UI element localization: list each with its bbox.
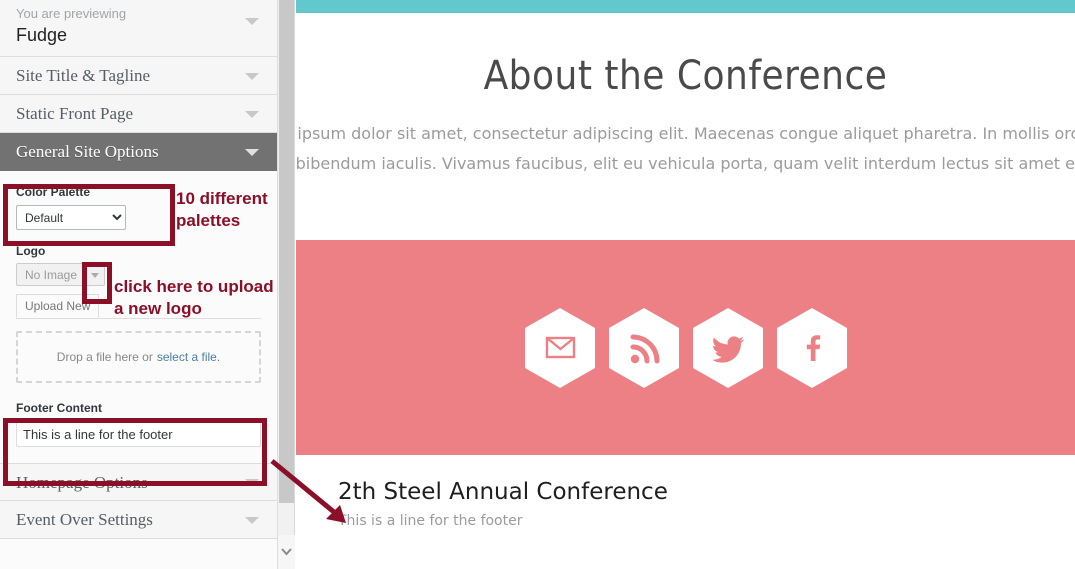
sidebar-section-label: Static Front Page (16, 104, 134, 123)
scrollbar-down-button[interactable] (278, 535, 295, 569)
sidebar-section-homepage-options[interactable]: Homepage Options (0, 463, 277, 501)
chevron-down-icon (245, 72, 259, 80)
general-site-options-body: Color Palette Default Logo No Image Uplo… (0, 171, 277, 447)
preview-top-accent-bar (296, 0, 1075, 13)
preview-footer-block: 2th Steel Annual Conference This is a li… (338, 478, 668, 532)
customizer-screen: You are previewing Fudge Site Title & Ta… (0, 0, 1075, 569)
social-link-rss[interactable] (607, 307, 681, 389)
social-icon-row (296, 240, 1075, 455)
chevron-down-icon (281, 548, 292, 556)
logo-picker: No Image (16, 263, 261, 286)
file-dropzone[interactable]: Drop a file here or select a file. (16, 331, 261, 383)
logo-label: Logo (16, 244, 46, 258)
sidebar-section-label: Event Over Settings (16, 510, 153, 529)
sidebar-section-site-title-tagline[interactable]: Site Title & Tagline (0, 57, 277, 95)
tab-upload-new[interactable]: Upload New (16, 294, 100, 318)
chevron-down-icon (245, 516, 259, 524)
sidebar-section-general-site-options[interactable]: General Site Options (0, 133, 277, 171)
social-band (296, 240, 1075, 455)
chevron-down-icon (245, 18, 259, 25)
chevron-down-icon (245, 148, 259, 156)
social-link-email[interactable] (523, 307, 597, 389)
customizer-sidebar: You are previewing Fudge Site Title & Ta… (0, 0, 278, 569)
chevron-down-icon (245, 479, 259, 486)
sidebar-section-label: Homepage Options (16, 473, 148, 492)
sidebar-scrollbar-thumb[interactable] (279, 0, 294, 503)
site-preview-pane: About the Conference Lorem ipsum dolor s… (296, 0, 1075, 569)
logo-dropdown-arrow-icon[interactable] (85, 263, 106, 286)
dropzone-text: Drop a file here or (56, 350, 153, 364)
color-palette-label: Color Palette (16, 185, 91, 199)
logo-no-image-button[interactable]: No Image (16, 263, 86, 286)
footer-content-input[interactable] (16, 421, 261, 447)
email-icon (524, 307, 595, 388)
footer-tagline: This is a line for the footer (338, 513, 523, 529)
chevron-down-icon (245, 110, 259, 118)
sidebar-section-label: Site Title & Tagline (16, 66, 151, 85)
social-link-twitter[interactable] (691, 307, 765, 389)
rss-icon (608, 307, 679, 388)
footer-site-title: 2th Steel Annual Conference (338, 479, 668, 505)
facebook-icon (776, 307, 847, 388)
sidebar-section-static-front-page[interactable]: Static Front Page (0, 95, 277, 133)
preview-eyebrow-label: You are previewing (16, 6, 127, 21)
sidebar-section-label: General Site Options (16, 142, 159, 161)
about-paragraph: Lorem ipsum dolor sit amet, consectetur … (296, 124, 1075, 173)
sidebar-section-event-over-settings[interactable]: Event Over Settings (0, 501, 277, 539)
about-section: About the Conference Lorem ipsum dolor s… (296, 13, 1075, 179)
footer-content-label: Footer Content (16, 401, 102, 415)
select-a-file-link[interactable]: select a file. (157, 350, 220, 364)
color-palette-select[interactable]: Default (16, 205, 126, 230)
preview-panel-header[interactable]: You are previewing Fudge (0, 0, 277, 57)
about-title: About the Conference (483, 53, 888, 99)
social-link-facebook[interactable] (775, 307, 849, 389)
logo-tabs: Upload New (16, 294, 261, 319)
twitter-icon (692, 307, 763, 388)
preview-theme-name: Fudge (16, 25, 68, 45)
